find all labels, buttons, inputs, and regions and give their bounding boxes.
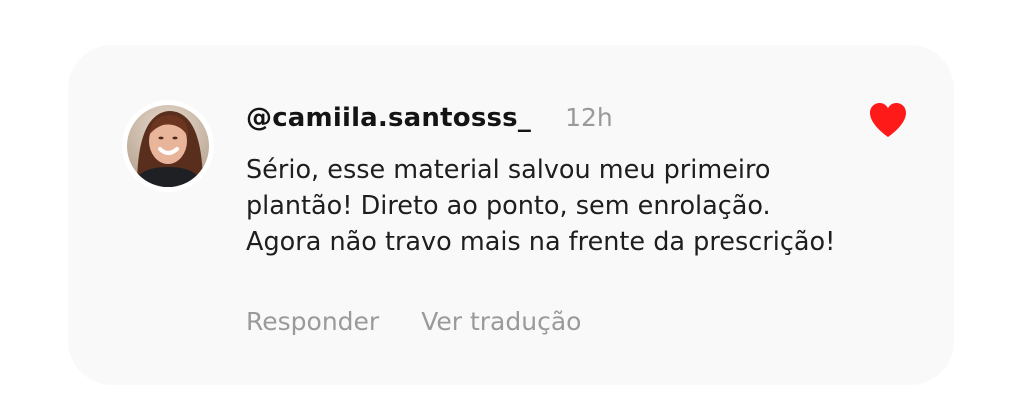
reply-button[interactable]: Responder xyxy=(246,307,379,336)
comment-actions: Responder Ver tradução xyxy=(246,307,581,336)
profile-photo-icon xyxy=(127,105,209,187)
username-link[interactable]: @camiila.santosss_ xyxy=(246,103,531,133)
comment-text: Sério, esse material salvou meu primeiro… xyxy=(246,155,836,257)
timestamp: 12h xyxy=(565,103,613,132)
comment-header: @camiila.santosss_ 12h xyxy=(246,103,613,133)
see-translation-button[interactable]: Ver tradução xyxy=(421,307,581,336)
avatar[interactable] xyxy=(122,100,214,192)
like-heart-icon[interactable] xyxy=(868,101,908,139)
comment-card: @camiila.santosss_ 12h Sério, esse mater… xyxy=(68,45,954,385)
